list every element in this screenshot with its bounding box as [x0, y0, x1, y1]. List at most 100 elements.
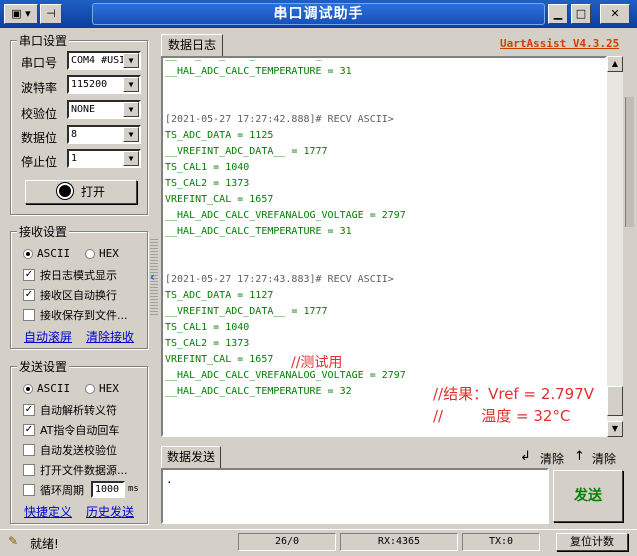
- recv-ascii-radio[interactable]: ASCII: [23, 247, 70, 260]
- save-to-file-checkbox[interactable]: 接收保存到文件...: [23, 307, 128, 323]
- log-line: TS_ADC_DATA = 1125: [165, 130, 274, 141]
- checkbox-box[interactable]: [23, 444, 35, 456]
- receive-log[interactable]: __HAL_ADC_CALC_VREFANALOG_VOLTAGE = 2797…: [161, 56, 607, 437]
- chevron-down-icon[interactable]: ▼: [123, 53, 139, 68]
- minimize-button[interactable]: ▁: [548, 4, 568, 24]
- auto-scroll-link[interactable]: 自动滚屏: [24, 328, 72, 345]
- send-button[interactable]: 发送: [553, 470, 623, 522]
- chevron-down-icon[interactable]: ▼: [123, 102, 139, 117]
- auto-wrap-checkbox[interactable]: ✓ 接收区自动换行: [23, 287, 117, 303]
- port-label: 串口号: [21, 56, 58, 70]
- open-port-button[interactable]: 打开: [25, 180, 137, 204]
- log-scrollbar[interactable]: ▲ ▼: [607, 56, 623, 437]
- log-line: __HAL_ADC_CALC_TEMPERATURE = 31: [165, 226, 352, 237]
- loop-period-checkbox[interactable]: 循环周期: [23, 482, 84, 498]
- send-ascii-radio[interactable]: ASCII: [23, 382, 70, 395]
- file-source-label: 打开文件数据源...: [40, 464, 128, 477]
- uart-assist-window: ▣ ▾ ⊣ 串口调试助手 ▁ □ ✕ 串口设置 串口号 COM4 #USI ▼ 波…: [0, 0, 637, 556]
- databits-select[interactable]: 8 ▼: [67, 125, 141, 144]
- receive-settings-group: 接收设置 ASCII HEX ✓ 按日志模式显示 ✓ 接收区自动换行 接收保存到文件…: [10, 223, 148, 349]
- checkbox-box[interactable]: ✓: [23, 404, 35, 416]
- radio-dot[interactable]: [23, 383, 33, 394]
- brand-link[interactable]: UartAssist V4.3.25: [500, 37, 619, 50]
- log-line: __HAL_ADC_CALC_VREFANALOG_VOLTAGE = 2797: [165, 370, 406, 381]
- port-select[interactable]: COM4 #USI ▼: [67, 51, 141, 70]
- status-bar: ✎ 就绪! 26/0 RX:4365 TX:0 复位计数: [0, 529, 637, 556]
- status-count: 26/0: [238, 533, 336, 551]
- collapse-arrow-icon[interactable]: ‹: [150, 270, 155, 284]
- send-hex-radio[interactable]: HEX: [85, 382, 119, 395]
- clear-send-button[interactable]: 清除: [540, 450, 564, 467]
- annotation-result: //结果：Vref = 2.797V: [433, 385, 595, 403]
- radio-dot[interactable]: [23, 248, 33, 259]
- system-menu-button[interactable]: ▣ ▾: [4, 4, 38, 24]
- right-splitter[interactable]: [625, 97, 634, 227]
- serial-settings-group: 串口设置 串口号 COM4 #USI ▼ 波特率 115200 ▼ 校验位 NONE…: [10, 32, 148, 215]
- pin-icon[interactable]: ⊣: [40, 4, 62, 24]
- period-unit: ms: [128, 484, 139, 494]
- checkbox-box[interactable]: [23, 484, 35, 496]
- chevron-down-icon[interactable]: ▼: [123, 127, 139, 142]
- log-line: __HAL_ADC_CALC_TEMPERATURE = 32: [165, 386, 352, 397]
- chevron-down-icon[interactable]: ▼: [123, 77, 139, 92]
- escape-parse-checkbox[interactable]: ✓ 自动解析转义符: [23, 402, 117, 418]
- log-header-line: [2021-05-27 17:27:43.883]# RECV ASCII>: [165, 274, 394, 285]
- auto-checksum-checkbox[interactable]: 自动发送校验位: [23, 442, 117, 458]
- scroll-down-icon[interactable]: ▼: [607, 421, 623, 437]
- annotation-temperature: // 温度 = 32°C: [433, 407, 571, 425]
- log-line: __VREFINT_ADC_DATA__ = 1777: [165, 306, 328, 317]
- close-button[interactable]: ✕: [600, 4, 630, 24]
- log-line: __HAL_ADC_CALC_VREFANALOG_VOLTAGE = 2797: [165, 58, 406, 61]
- receive-settings-title: 接收设置: [17, 223, 70, 240]
- tab-data-send[interactable]: 数据发送: [161, 446, 221, 468]
- log-line: TS_CAL1 = 1040: [165, 162, 250, 173]
- checkbox-box[interactable]: ✓: [23, 424, 35, 436]
- clear-icon[interactable]: ↲: [520, 449, 531, 464]
- send-input[interactable]: .: [161, 468, 549, 524]
- send-settings-title: 发送设置: [17, 358, 70, 375]
- log-line: __VREFINT_ADC_DATA__ = 1777: [165, 146, 328, 157]
- recv-hex-radio[interactable]: HEX: [85, 247, 119, 260]
- log-line: TS_CAL1 = 1040: [165, 322, 250, 333]
- maximize-button[interactable]: □: [571, 4, 591, 24]
- serial-settings-title: 串口设置: [17, 32, 70, 49]
- scroll-thumb[interactable]: [607, 386, 623, 416]
- save-to-file-label: 接收保存到文件...: [40, 309, 128, 322]
- send-history-link[interactable]: 历史发送: [86, 503, 134, 520]
- file-source-checkbox[interactable]: 打开文件数据源...: [23, 462, 128, 478]
- send-ascii-label: ASCII: [37, 382, 71, 395]
- log-line: VREFINT_CAL = 1657: [165, 194, 274, 205]
- window-title: 串口调试助手: [92, 3, 545, 25]
- chevron-down-icon[interactable]: ▼: [123, 151, 139, 166]
- parity-label: 校验位: [21, 107, 58, 121]
- checkbox-box[interactable]: ✓: [23, 269, 35, 281]
- status-icon: ✎: [8, 534, 19, 548]
- tab-data-log[interactable]: 数据日志: [161, 34, 223, 56]
- stopbits-select[interactable]: 1 ▼: [67, 149, 141, 168]
- log-line: __HAL_ADC_CALC_TEMPERATURE = 31: [165, 66, 352, 77]
- parity-select[interactable]: NONE ▼: [67, 100, 141, 119]
- period-input[interactable]: 1000: [91, 481, 125, 498]
- send-settings-group: 发送设置 ASCII HEX ✓ 自动解析转义符 ✓ AT指令自动回车 自动发送校验…: [10, 358, 148, 524]
- databits-label: 数据位: [21, 131, 58, 145]
- radio-dot[interactable]: [85, 383, 95, 394]
- clear-up-icon[interactable]: ↑: [574, 449, 585, 464]
- checkbox-box[interactable]: [23, 464, 35, 476]
- checkbox-box[interactable]: [23, 309, 35, 321]
- record-icon: [56, 183, 73, 199]
- clear-all-button[interactable]: 清除: [592, 450, 616, 467]
- log-line: TS_CAL2 = 1373: [165, 178, 250, 189]
- reset-count-button[interactable]: 复位计数: [556, 533, 628, 551]
- baud-select[interactable]: 115200 ▼: [67, 75, 141, 94]
- status-rx: RX:4365: [340, 533, 458, 551]
- clear-receive-link[interactable]: 清除接收: [86, 328, 134, 345]
- log-line: VREFINT_CAL = 1657: [165, 354, 274, 365]
- log-line: TS_CAL2 = 1373: [165, 338, 250, 349]
- status-tx: TX:0: [462, 533, 540, 551]
- at-return-checkbox[interactable]: ✓ AT指令自动回车: [23, 422, 119, 438]
- log-mode-checkbox[interactable]: ✓ 按日志模式显示: [23, 267, 117, 283]
- radio-dot[interactable]: [85, 248, 95, 259]
- checkbox-box[interactable]: ✓: [23, 289, 35, 301]
- quick-define-link[interactable]: 快捷定义: [24, 503, 72, 520]
- scroll-up-icon[interactable]: ▲: [607, 56, 623, 72]
